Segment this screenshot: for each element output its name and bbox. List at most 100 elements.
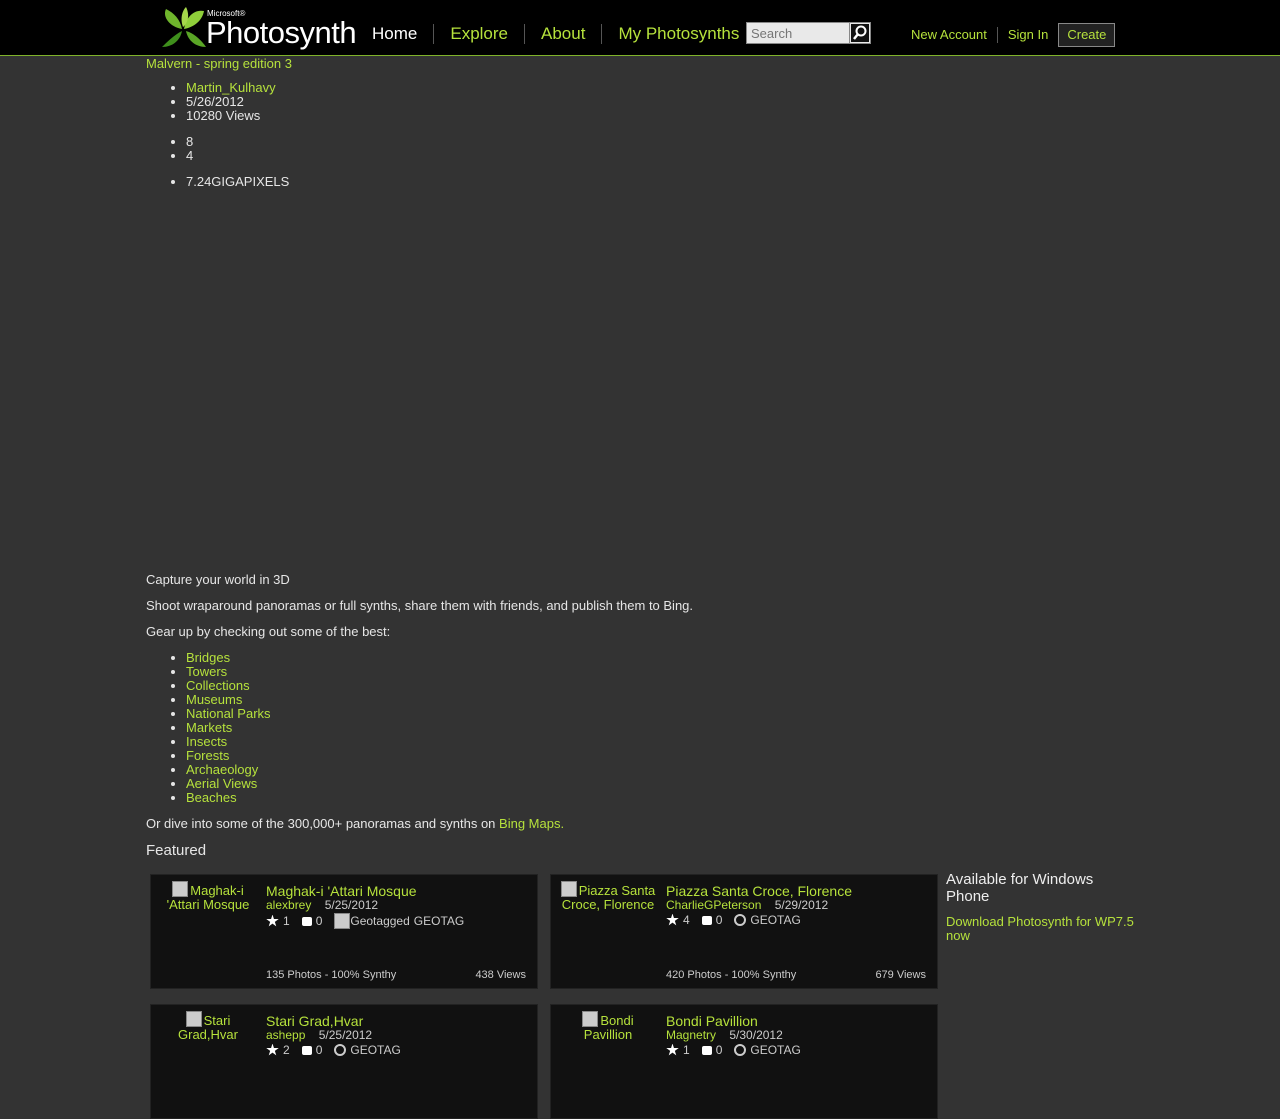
category-collections[interactable]: Collections [186, 678, 250, 693]
synth-meta-list: Martin_Kulhavy 5/26/2012 10280 Views [146, 81, 276, 123]
search-input[interactable] [746, 22, 855, 44]
list-item: Forests [186, 749, 271, 763]
category-insects[interactable]: Insects [186, 734, 227, 749]
list-item: Bridges [186, 651, 271, 665]
card-date: 5/25/2012 [324, 898, 379, 912]
create-button[interactable]: Create [1058, 23, 1116, 47]
star-icon [266, 1043, 279, 1056]
category-national-parks[interactable]: National Parks [186, 706, 271, 721]
card-favorites: 2 [283, 1043, 290, 1057]
globe-icon [734, 1044, 747, 1056]
category-towers[interactable]: Towers [186, 664, 227, 679]
card-user-line: Magnetry 5/30/2012 [666, 1028, 783, 1042]
card-geotag: GEOTAG [750, 913, 801, 927]
card-thumbnail[interactable]: Bondi Pavillion [558, 1011, 658, 1042]
nav-about[interactable]: About [524, 24, 601, 44]
card-favorites: 1 [683, 1043, 690, 1057]
card-title[interactable]: Bondi Pavillion [666, 1013, 758, 1029]
gear-text: Gear up by checking out some of the best… [146, 624, 391, 639]
card-thumbnail[interactable]: Piazza Santa Croce, Florence [558, 881, 658, 912]
search-button[interactable] [849, 22, 871, 44]
category-bridges[interactable]: Bridges [186, 650, 230, 665]
account-links: New Account Sign In Create [905, 23, 1116, 47]
card-title[interactable]: Stari Grad,Hvar [266, 1013, 363, 1029]
list-item: Museums [186, 693, 271, 707]
comment-icon [301, 1045, 312, 1055]
star-icon [666, 1043, 679, 1056]
card-geotag: GEOTAG [350, 1043, 401, 1057]
card-thumbnail[interactable]: Stari Grad,Hvar [158, 1011, 258, 1042]
card-user-link[interactable]: alexbrey [266, 898, 311, 912]
dive-text-label: Or dive into some of the 300,000+ panora… [146, 816, 496, 831]
star-icon [666, 913, 679, 926]
top-bar: Microsoft® Photosynth Home Explore About… [0, 0, 1280, 56]
search-box [746, 22, 871, 44]
card-title[interactable]: Maghak-i 'Attari Mosque [266, 883, 417, 899]
list-item: Collections [186, 679, 271, 693]
card-date: 5/29/2012 [774, 898, 829, 912]
card-thumbnail[interactable]: Maghak-i 'Attari Mosque [158, 881, 258, 912]
card-photos: 135 Photos - 100% Synthy [266, 969, 397, 981]
card-comments: 0 [715, 1043, 723, 1057]
card-date: 5/30/2012 [729, 1028, 783, 1042]
synth-size-list: 7.24GIGAPIXELS [146, 175, 289, 189]
download-wp-link[interactable]: Download Photosynth for WP7.5 now [946, 915, 1136, 943]
category-forests[interactable]: Forests [186, 748, 229, 763]
card-user-line: ashepp 5/25/2012 [266, 1028, 372, 1042]
comment-icon [701, 1045, 712, 1055]
photosynth-logo[interactable]: Microsoft® Photosynth [160, 6, 357, 50]
card-user-link[interactable]: Magnetry [666, 1028, 716, 1042]
star-icon [266, 914, 279, 927]
list-item: Aerial Views [186, 777, 271, 791]
featured-card[interactable]: Piazza Santa Croce, Florence Piazza Sant… [550, 874, 938, 989]
sign-in-link[interactable]: Sign In [996, 27, 1058, 43]
synth-favorites-count: 8 [186, 135, 193, 149]
category-aerial-views[interactable]: Aerial Views [186, 776, 257, 791]
card-stats: 4 0 GEOTAG [666, 913, 807, 927]
synth-size: 7.24GIGAPIXELS [186, 175, 289, 189]
search-icon [851, 24, 869, 42]
nav-home[interactable]: Home [360, 24, 433, 44]
logo-photosynth-text: Photosynth [206, 15, 357, 50]
card-views: 679 Views [875, 969, 926, 981]
featured-card[interactable]: Maghak-i 'Attari Mosque Maghak-i 'Attari… [150, 874, 538, 989]
card-user-link[interactable]: ashepp [266, 1028, 305, 1042]
geo-alt-text: Geotagged [350, 914, 410, 928]
list-item: Archaeology [186, 763, 271, 777]
list-item: Martin_Kulhavy [186, 81, 276, 95]
windows-phone-promo: Available for Windows Phone Download Pho… [946, 871, 1136, 943]
card-views: 438 Views [475, 969, 526, 981]
nav-my-photosynths[interactable]: My Photosynths [601, 24, 755, 44]
card-user-link[interactable]: CharlieGPeterson [666, 898, 761, 912]
category-beaches[interactable]: Beaches [186, 790, 237, 805]
card-title[interactable]: Piazza Santa Croce, Florence [666, 883, 852, 899]
synth-date: 5/26/2012 [186, 95, 276, 109]
broken-image-icon [334, 913, 351, 929]
featured-card[interactable]: Bondi Pavillion Bondi Pavillion Magnetry… [550, 1004, 938, 1119]
nav-explore[interactable]: Explore [433, 24, 524, 44]
category-markets[interactable]: Markets [186, 720, 232, 735]
bing-maps-link[interactable]: Bing Maps. [499, 816, 564, 831]
capture-heading: Capture your world in 3D [146, 572, 290, 587]
card-stats: 1 0 GEOTAG [666, 1043, 807, 1057]
card-comments: 0 [715, 913, 723, 927]
list-item: Beaches [186, 791, 271, 805]
synth-author-link[interactable]: Martin_Kulhavy [186, 80, 276, 95]
card-footer: 420 Photos - 100% Synthy 679 Views [666, 969, 926, 981]
card-geotag: GEOTAG [750, 1043, 801, 1057]
card-user-line: alexbrey 5/25/2012 [266, 898, 378, 912]
featured-card[interactable]: Stari Grad,Hvar Stari Grad,Hvar ashepp 5… [150, 1004, 538, 1119]
list-item: Towers [186, 665, 271, 679]
category-archaeology[interactable]: Archaeology [186, 762, 258, 777]
list-item: Markets [186, 721, 271, 735]
card-favorites: 4 [683, 913, 690, 927]
card-photos: 420 Photos - 100% Synthy [666, 969, 797, 981]
comment-icon [301, 916, 312, 926]
main-nav: Home Explore About My Photosynths [360, 22, 755, 46]
new-account-link[interactable]: New Account [905, 27, 997, 43]
category-museums[interactable]: Museums [186, 692, 242, 707]
card-favorites: 1 [283, 914, 290, 928]
synth-title[interactable]: Malvern - spring edition 3 [146, 56, 292, 71]
card-user-line: CharlieGPeterson 5/29/2012 [666, 898, 828, 912]
promo-heading: Available for Windows Phone [946, 871, 1094, 905]
